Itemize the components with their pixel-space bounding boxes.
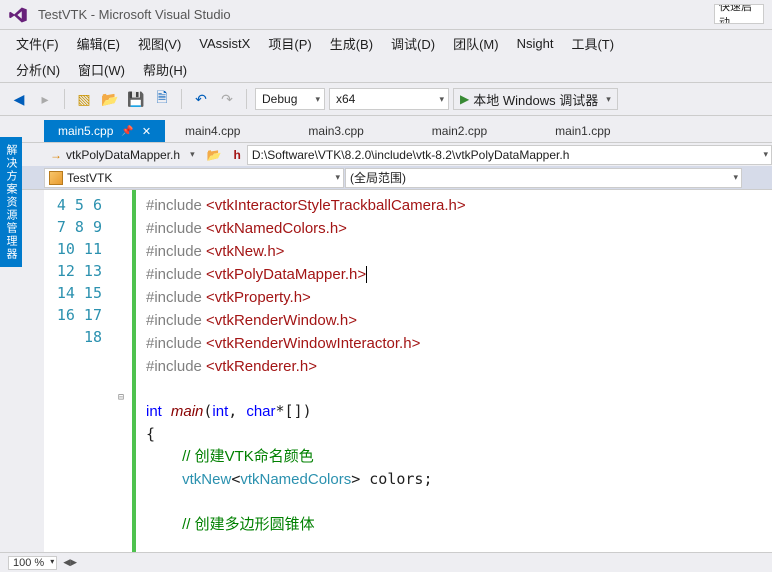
menu-team[interactable]: 团队(M) — [445, 31, 507, 56]
arrow-icon: → — [50, 148, 62, 162]
menu-debug[interactable]: 调试(D) — [383, 31, 443, 56]
vs-logo-icon — [8, 5, 28, 25]
save-all-button[interactable]: 🗎 — [151, 88, 173, 110]
platform-select[interactable]: x64 — [329, 88, 449, 110]
quick-launch-input[interactable]: 快速启动 — [714, 4, 764, 24]
menubar: 文件(F) 编辑(E) 视图(V) VAssistX 项目(P) 生成(B) 调… — [0, 30, 772, 56]
menu-window[interactable]: 窗口(W) — [70, 57, 133, 82]
menu-edit[interactable]: 编辑(E) — [69, 31, 128, 56]
nav-back-button[interactable]: ◀ — [8, 88, 30, 110]
start-debug-label: 本地 Windows 调试器 — [473, 90, 598, 109]
menu-build[interactable]: 生成(B) — [322, 31, 381, 56]
new-project-button[interactable]: ▧ — [73, 88, 95, 110]
play-icon: ▶ — [460, 92, 469, 106]
chevron-down-icon: ▾ — [606, 94, 611, 105]
config-select[interactable]: Debug — [255, 88, 325, 110]
menubar-row2: 分析(N) 窗口(W) 帮助(H) — [0, 56, 772, 82]
tab-label: main5.cpp — [58, 124, 113, 138]
menu-tools[interactable]: 工具(T) — [563, 31, 622, 56]
code-area[interactable]: #include <vtkInteractorStyleTrackballCam… — [136, 190, 772, 552]
breadcrumb-bar: → vtkPolyDataMapper.h ▾ 📂 h D:\Software\… — [0, 142, 772, 166]
file-dropdown[interactable]: → vtkPolyDataMapper.h ▾ — [44, 143, 201, 166]
pin-icon[interactable]: 📌 — [121, 126, 133, 137]
toolbar-sep — [64, 89, 65, 109]
menu-nsight[interactable]: Nsight — [509, 33, 562, 54]
window-title: TestVTK - Microsoft Visual Studio — [38, 7, 729, 22]
redo-button[interactable]: ↷ — [216, 88, 238, 110]
save-button[interactable]: 💾 — [125, 88, 147, 110]
code-editor[interactable]: 4 5 6 7 8 9 10 11 12 13 14 15 16 17 18 ⊟… — [44, 190, 772, 552]
toolbar: ◀ ▸ ▧ 📂 💾 🗎 ↶ ↷ Debug x64 ▶ 本地 Windows 调… — [0, 82, 772, 116]
tab-main3[interactable]: main3.cpp — [294, 120, 377, 142]
tab-main2[interactable]: main2.cpp — [418, 120, 501, 142]
tab-main4[interactable]: main4.cpp — [171, 120, 254, 142]
editor-tabstrip: main5.cpp 📌 ✕ main4.cpp main3.cpp main2.… — [0, 116, 772, 142]
close-icon[interactable]: ✕ — [142, 125, 151, 138]
toolbar-sep — [246, 89, 247, 109]
expand-icon[interactable]: ◀▶ — [63, 557, 77, 568]
menu-vassistx[interactable]: VAssistX — [191, 33, 258, 54]
menu-file[interactable]: 文件(F) — [8, 31, 67, 56]
tab-main5[interactable]: main5.cpp 📌 ✕ — [44, 120, 165, 142]
menu-view[interactable]: 视图(V) — [130, 31, 189, 56]
start-debug-button[interactable]: ▶ 本地 Windows 调试器 ▾ — [453, 88, 618, 110]
zoom-select[interactable]: 100 % — [8, 556, 57, 570]
scope-label: TestVTK — [67, 171, 112, 185]
nav-fwd-button[interactable]: ▸ — [34, 88, 56, 110]
symbol-scope-select[interactable]: (全局范围) — [345, 168, 742, 188]
line-gutter: 4 5 6 7 8 9 10 11 12 13 14 15 16 17 18 — [44, 190, 118, 552]
open-file-icon[interactable]: 📂 — [201, 143, 228, 166]
titlebar: TestVTK - Microsoft Visual Studio ▾ ⚐ 快速… — [0, 0, 772, 30]
toolbar-sep — [181, 89, 182, 109]
project-scope-select[interactable]: TestVTK — [44, 168, 344, 188]
file-name: vtkPolyDataMapper.h — [66, 148, 180, 162]
path-dropdown[interactable]: D:\Software\VTK\8.2.0\include\vtk-8.2\vt… — [247, 145, 772, 165]
project-icon — [49, 171, 63, 185]
file-type-icon: h — [228, 143, 247, 166]
menu-project[interactable]: 项目(P) — [260, 31, 319, 56]
menu-help[interactable]: 帮助(H) — [135, 57, 195, 82]
open-file-button[interactable]: 📂 — [99, 88, 121, 110]
tab-main1[interactable]: main1.cpp — [541, 120, 624, 142]
solution-explorer-tab[interactable]: 解决方案资源管理器 — [0, 137, 22, 267]
statusbar: 100 % ◀▶ — [0, 552, 772, 572]
fold-gutter[interactable]: ⊟ — [118, 190, 132, 552]
scope-navbar: TestVTK (全局范围) — [0, 166, 772, 190]
menu-analyze[interactable]: 分析(N) — [8, 57, 68, 82]
undo-button[interactable]: ↶ — [190, 88, 212, 110]
